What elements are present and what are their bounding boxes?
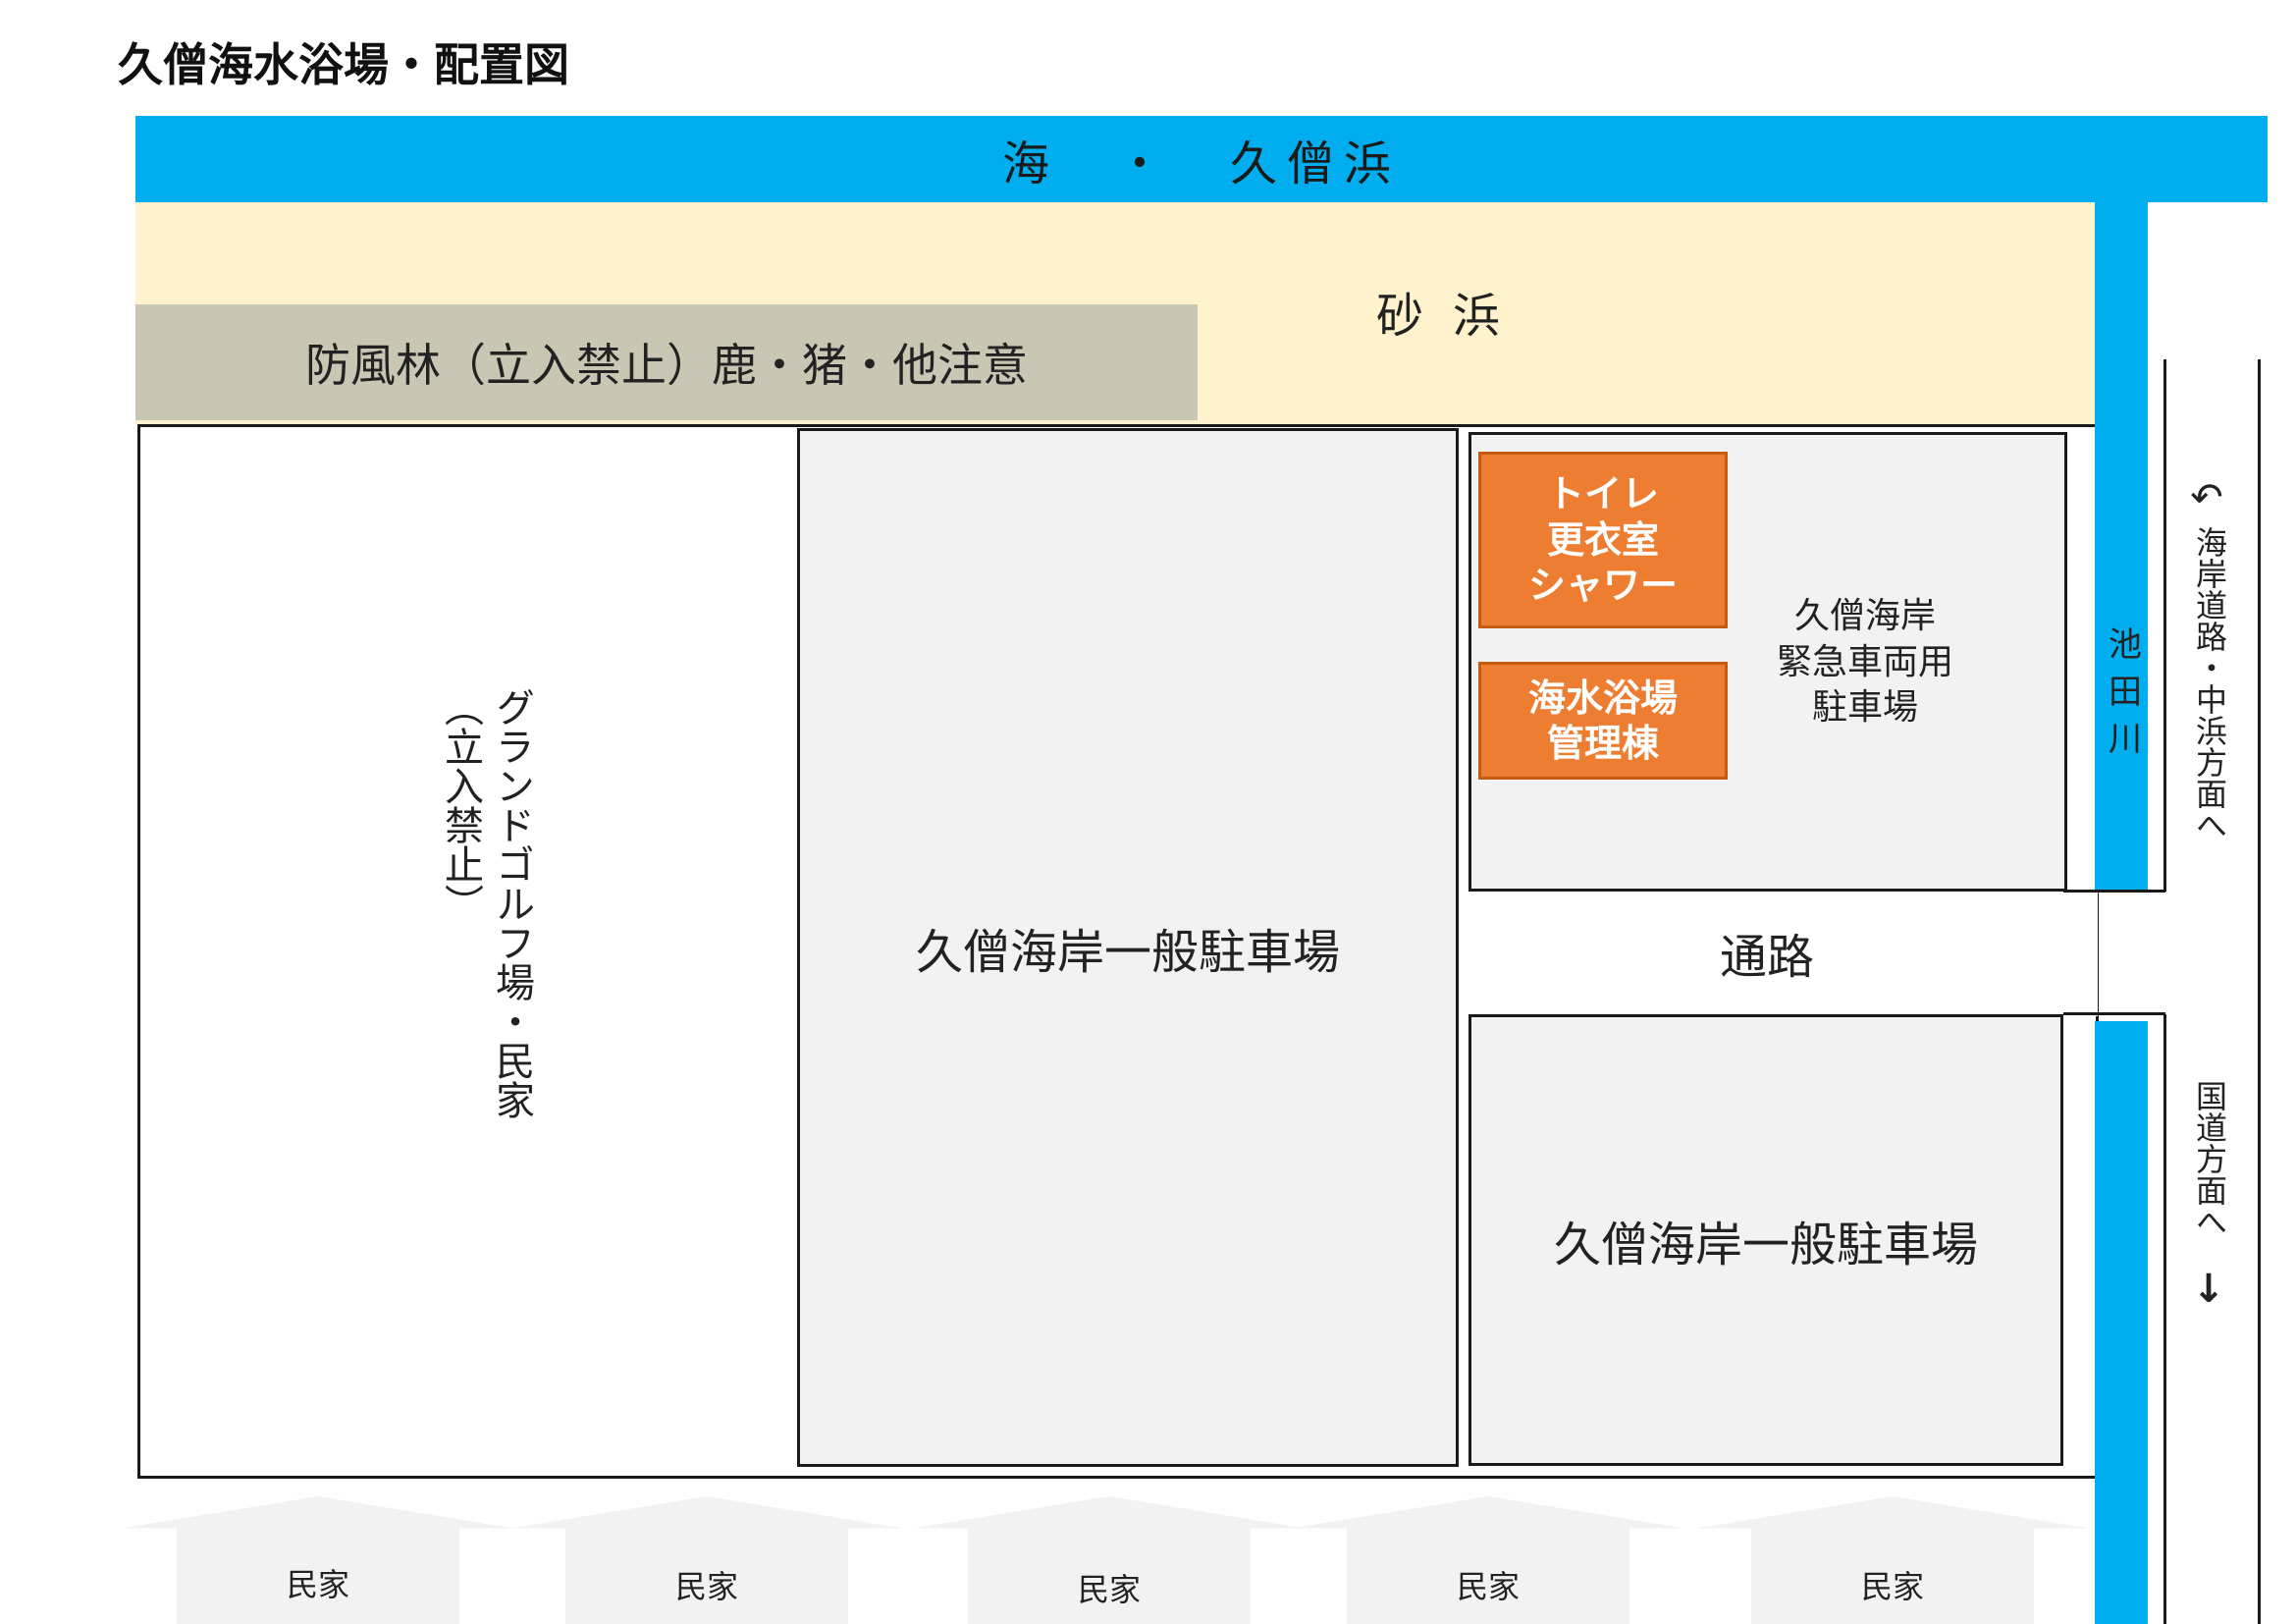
general-parking-label-center: 久僧海岸一般駐車場 — [915, 925, 1340, 980]
coast-road-direction-label: 海岸道路・中浜方面へ — [2191, 526, 2228, 840]
down-arrow-icon: ↓ — [2192, 1267, 2225, 1312]
ground-golf-restriction-label: （立入禁止） — [438, 687, 483, 923]
road-edge-line-left-lower — [2163, 1014, 2166, 1624]
house-label: 民家 — [1077, 1571, 1141, 1608]
general-parking-lot-center: 久僧海岸一般駐車場 — [797, 428, 1459, 1467]
page-title: 久僧海水浴場・配置図 — [118, 38, 569, 91]
road-junction-line-top — [2063, 890, 2165, 893]
general-parking-label-right: 久僧海岸一般駐車場 — [1553, 1218, 1978, 1272]
coast-road-arrow-icon: ↶ — [2190, 475, 2223, 520]
windbreak-forest-label: 防風林（立入禁止）鹿・猪・他注意 — [305, 339, 1028, 392]
restroom-changing-shower-building: トイレ 更衣室 シャワー — [1478, 452, 1728, 628]
ikeda-river-upper — [2095, 202, 2148, 892]
emergency-parking-label: 久僧海岸 緊急車両用 駐車場 — [1776, 595, 1953, 729]
road-edge-line-right — [2258, 359, 2261, 1624]
windbreak-forest: 防風林（立入禁止）鹿・猪・他注意 — [135, 304, 1198, 420]
ikeda-river-label: 池田川 — [2102, 626, 2142, 768]
sea-strip: 海 ・ 久僧浜 — [135, 116, 2268, 202]
road-junction-line-bottom — [2063, 1012, 2165, 1015]
house-label: 民家 — [1860, 1568, 1924, 1605]
ground-golf-label: グランドゴルフ場・民家 — [489, 687, 534, 1119]
house-label: 民家 — [674, 1568, 738, 1605]
national-road-direction-label: 国道方面へ — [2191, 1080, 2228, 1237]
house-label: 民家 — [286, 1566, 349, 1603]
general-parking-lot-right: 久僧海岸一般駐車場 — [1468, 1014, 2063, 1466]
ground-golf-area-label: グランドゴルフ場・民家 （立入禁止） — [432, 687, 540, 1218]
sand-beach-label: 砂浜 — [1375, 289, 1529, 344]
beach-management-building: 海水浴場 管理棟 — [1478, 662, 1728, 780]
ikeda-river-lower — [2095, 1021, 2148, 1624]
sea-label: 海 ・ 久僧浜 — [1001, 136, 1401, 191]
road-edge-line-left-upper — [2163, 359, 2166, 892]
house-label: 民家 — [1456, 1568, 1520, 1605]
passage-road-label: 通路 — [1719, 930, 1814, 985]
